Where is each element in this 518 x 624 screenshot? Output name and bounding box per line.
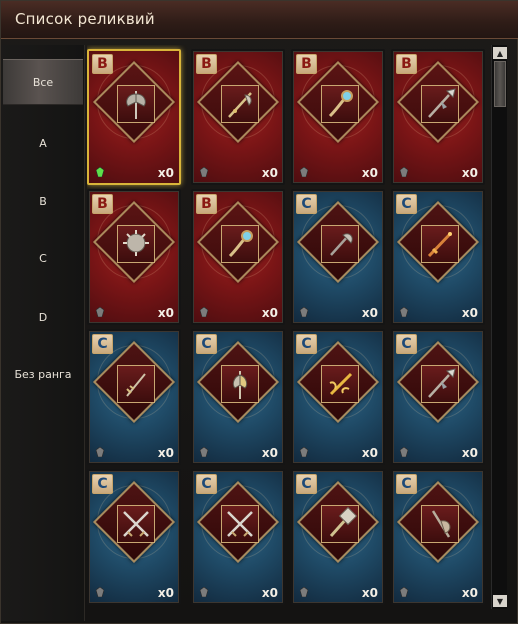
grey-gem-icon	[400, 587, 408, 597]
rank-badge: C	[396, 194, 417, 214]
relic-count: x0	[461, 166, 478, 180]
rank-badge: B	[196, 54, 217, 74]
relic-count: x0	[461, 306, 478, 320]
rank-badge: C	[296, 334, 317, 354]
scroll-thumb[interactable]	[494, 61, 506, 107]
filter-rank-d[interactable]: D	[3, 294, 83, 340]
battle-axe-icon	[232, 371, 248, 399]
grey-gem-icon	[300, 307, 308, 317]
relic-card[interactable]: Bx0	[391, 49, 485, 185]
scroll-down-button[interactable]: ▼	[493, 595, 507, 607]
grey-gem-icon	[300, 167, 308, 177]
relic-card[interactable]: Bx0	[191, 189, 285, 325]
window-title: Список реликвий	[15, 10, 155, 28]
relic-card[interactable]: Cx0	[87, 469, 181, 605]
relic-count: x0	[157, 586, 174, 600]
rank-badge: B	[396, 54, 417, 74]
grey-gem-icon	[200, 447, 208, 457]
grey-gem-icon	[200, 307, 208, 317]
grey-gem-icon	[96, 447, 104, 457]
spear-icon	[428, 368, 456, 398]
grey-gem-icon	[96, 587, 104, 597]
halberd-icon	[228, 92, 252, 118]
relic-count: x0	[361, 306, 378, 320]
grey-gem-icon	[400, 447, 408, 457]
relic-count: x0	[157, 446, 174, 460]
rank-badge: C	[196, 334, 217, 354]
filter-no-rank[interactable]: Без ранга	[3, 351, 83, 397]
scrollbar[interactable]: ▲ ▼	[491, 45, 507, 609]
relic-card[interactable]: Cx0	[391, 469, 485, 605]
axe-icon	[330, 233, 353, 256]
rank-badge: C	[396, 474, 417, 494]
relic-card[interactable]: Bx0	[191, 49, 285, 185]
relic-card[interactable]: Cx0	[291, 189, 385, 325]
flame-sword-icon	[427, 231, 453, 258]
filter-rank-c[interactable]: C	[3, 235, 83, 281]
relic-count: x0	[361, 586, 378, 600]
relic-card[interactable]: Cx0	[191, 329, 285, 465]
filter-rank-a[interactable]: A	[3, 120, 83, 166]
relic-card[interactable]: Cx0	[391, 189, 485, 325]
relic-count: x0	[261, 306, 278, 320]
rank-badge: C	[196, 474, 217, 494]
grey-gem-icon	[400, 167, 408, 177]
relic-card[interactable]: Bx0	[87, 49, 181, 185]
relic-card[interactable]: Cx0	[291, 469, 385, 605]
relic-count: x0	[261, 446, 278, 460]
rank-badge: B	[92, 54, 113, 74]
rank-badge: C	[92, 474, 113, 494]
relic-card[interactable]: Bx0	[291, 49, 385, 185]
golden-sword-icon	[329, 372, 353, 396]
ornate-staff-icon	[126, 373, 146, 397]
relic-count: x0	[461, 586, 478, 600]
rank-badge: C	[296, 474, 317, 494]
rank-filter-sidebar: Все A B C D Без ранга	[1, 45, 85, 621]
relic-card[interactable]: Bx0	[87, 189, 181, 325]
relic-count: x0	[361, 446, 378, 460]
rank-badge: C	[396, 334, 417, 354]
rank-badge: B	[296, 54, 317, 74]
orb-staff-icon	[328, 90, 353, 118]
relic-list-window: Список реликвий Все A B C D Без ранга Bx…	[0, 0, 518, 624]
crossed-swords-icon	[227, 511, 253, 537]
orb-staff-icon	[228, 230, 253, 258]
grey-gem-icon	[300, 447, 308, 457]
relic-card[interactable]: Cx0	[191, 469, 285, 605]
filter-rank-b[interactable]: B	[3, 178, 83, 224]
green-gem-icon	[96, 167, 104, 177]
relic-count: x0	[461, 446, 478, 460]
round-axe-icon	[431, 510, 451, 538]
spear-icon	[428, 88, 456, 118]
relic-count: x0	[361, 166, 378, 180]
rank-badge: B	[196, 194, 217, 214]
grey-gem-icon	[200, 167, 208, 177]
grey-gem-icon	[300, 587, 308, 597]
relic-card[interactable]: Cx0	[87, 329, 181, 465]
rank-badge: B	[92, 194, 113, 214]
relic-card[interactable]: Cx0	[391, 329, 485, 465]
relic-count: x0	[157, 166, 174, 180]
grey-gem-icon	[400, 307, 408, 317]
relic-count: x0	[261, 166, 278, 180]
relic-grid: Bx0 Bx0 Bx0 Bx0 Bx0 Bx0 Cx0 Cx0 Cx0 Cx0 Cx0 Cx0 Cx0 C…	[87, 45, 487, 617]
scroll-up-button[interactable]: ▲	[493, 47, 507, 59]
grey-gem-icon	[96, 307, 104, 317]
title-bar: Список реликвий	[1, 1, 518, 39]
rank-badge: C	[92, 334, 113, 354]
double-axe-icon	[126, 91, 146, 119]
rank-badge: C	[296, 194, 317, 214]
war-hammer-icon	[329, 506, 358, 537]
filter-all[interactable]: Все	[3, 59, 83, 105]
relic-count: x0	[157, 306, 174, 320]
relic-card[interactable]: Cx0	[291, 329, 385, 465]
grey-gem-icon	[200, 587, 208, 597]
spiked-mace-icon	[123, 230, 149, 256]
crossed-swords-icon	[123, 511, 149, 537]
relic-count: x0	[261, 586, 278, 600]
